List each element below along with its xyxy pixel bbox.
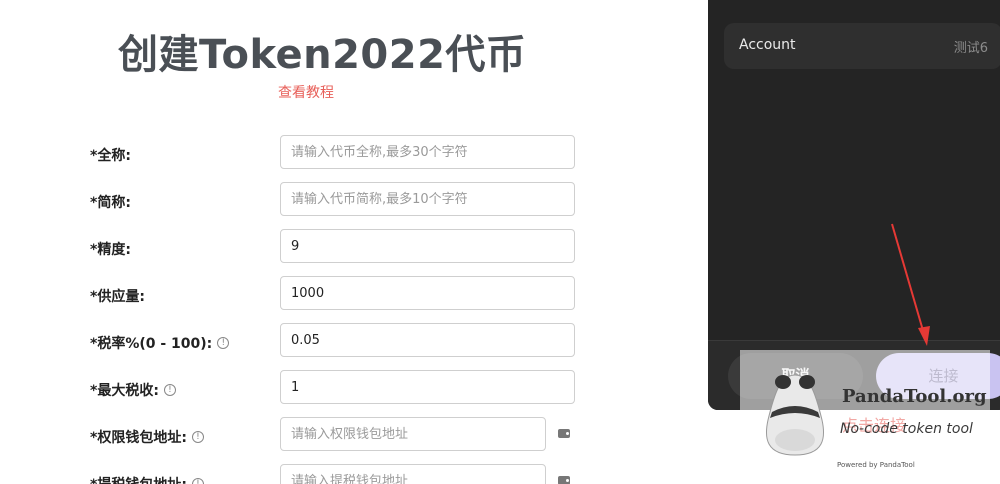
- form-row-authority-wallet: *权限钱包地址: !: [0, 417, 700, 457]
- supply-label: *供应量:: [90, 289, 145, 305]
- tax-rate-label: *税率%(0 - 100): !: [90, 333, 230, 353]
- watermark-brand: PandaTool.org: [842, 386, 987, 407]
- supply-input[interactable]: [280, 276, 575, 310]
- form-row-full-name: *全称:: [0, 135, 700, 175]
- tutorial-link[interactable]: 查看教程: [278, 82, 334, 102]
- red-arrow-annotation: [891, 223, 930, 346]
- wallet-icon[interactable]: [558, 476, 570, 484]
- info-circle-icon[interactable]: !: [191, 478, 204, 484]
- max-tax-label: *最大税收: !: [90, 380, 176, 400]
- decimals-input[interactable]: [280, 229, 575, 263]
- decimals-label: *精度:: [90, 242, 131, 258]
- wallet-connect-popup: Account 测试6 取消 连接: [708, 0, 1000, 410]
- max-tax-input[interactable]: [280, 370, 575, 404]
- info-circle-icon[interactable]: !: [191, 431, 204, 443]
- page-title: 创建Token2022代币: [118, 32, 527, 78]
- symbol-label: *简称:: [90, 195, 131, 211]
- tax-rate-input[interactable]: [280, 323, 575, 357]
- panda-logo-icon: [765, 374, 825, 456]
- form-row-supply: *供应量:: [0, 276, 700, 316]
- wallet-icon[interactable]: [558, 429, 570, 438]
- info-circle-icon[interactable]: !: [163, 384, 176, 396]
- form-row-tax-rate: *税率%(0 - 100): !: [0, 323, 700, 363]
- symbol-input[interactable]: [280, 182, 575, 216]
- form-row-withdraw-wallet: *提税钱包地址: !: [0, 464, 700, 484]
- authority-wallet-label: *权限钱包地址: !: [90, 427, 204, 447]
- form-row-symbol: *简称:: [0, 182, 700, 222]
- withdraw-wallet-label: *提税钱包地址: !: [90, 474, 204, 484]
- full-name-label: *全称:: [90, 148, 131, 164]
- form-row-max-tax: *最大税收: !: [0, 370, 700, 410]
- account-row[interactable]: Account 测试6: [724, 23, 1000, 69]
- form-row-decimals: *精度:: [0, 229, 700, 269]
- authority-wallet-input[interactable]: [280, 417, 546, 451]
- account-value: 测试6: [953, 41, 988, 56]
- withdraw-wallet-input[interactable]: [280, 464, 546, 484]
- watermark: PandaTool.org 点击连接 No-code token tool Po…: [740, 350, 990, 474]
- watermark-tagline: No-code token tool: [840, 421, 973, 437]
- full-name-input[interactable]: [280, 135, 575, 169]
- info-circle-icon[interactable]: !: [217, 337, 230, 349]
- account-label: Account: [739, 37, 796, 53]
- watermark-powered: Powered by PandaTool: [837, 461, 915, 469]
